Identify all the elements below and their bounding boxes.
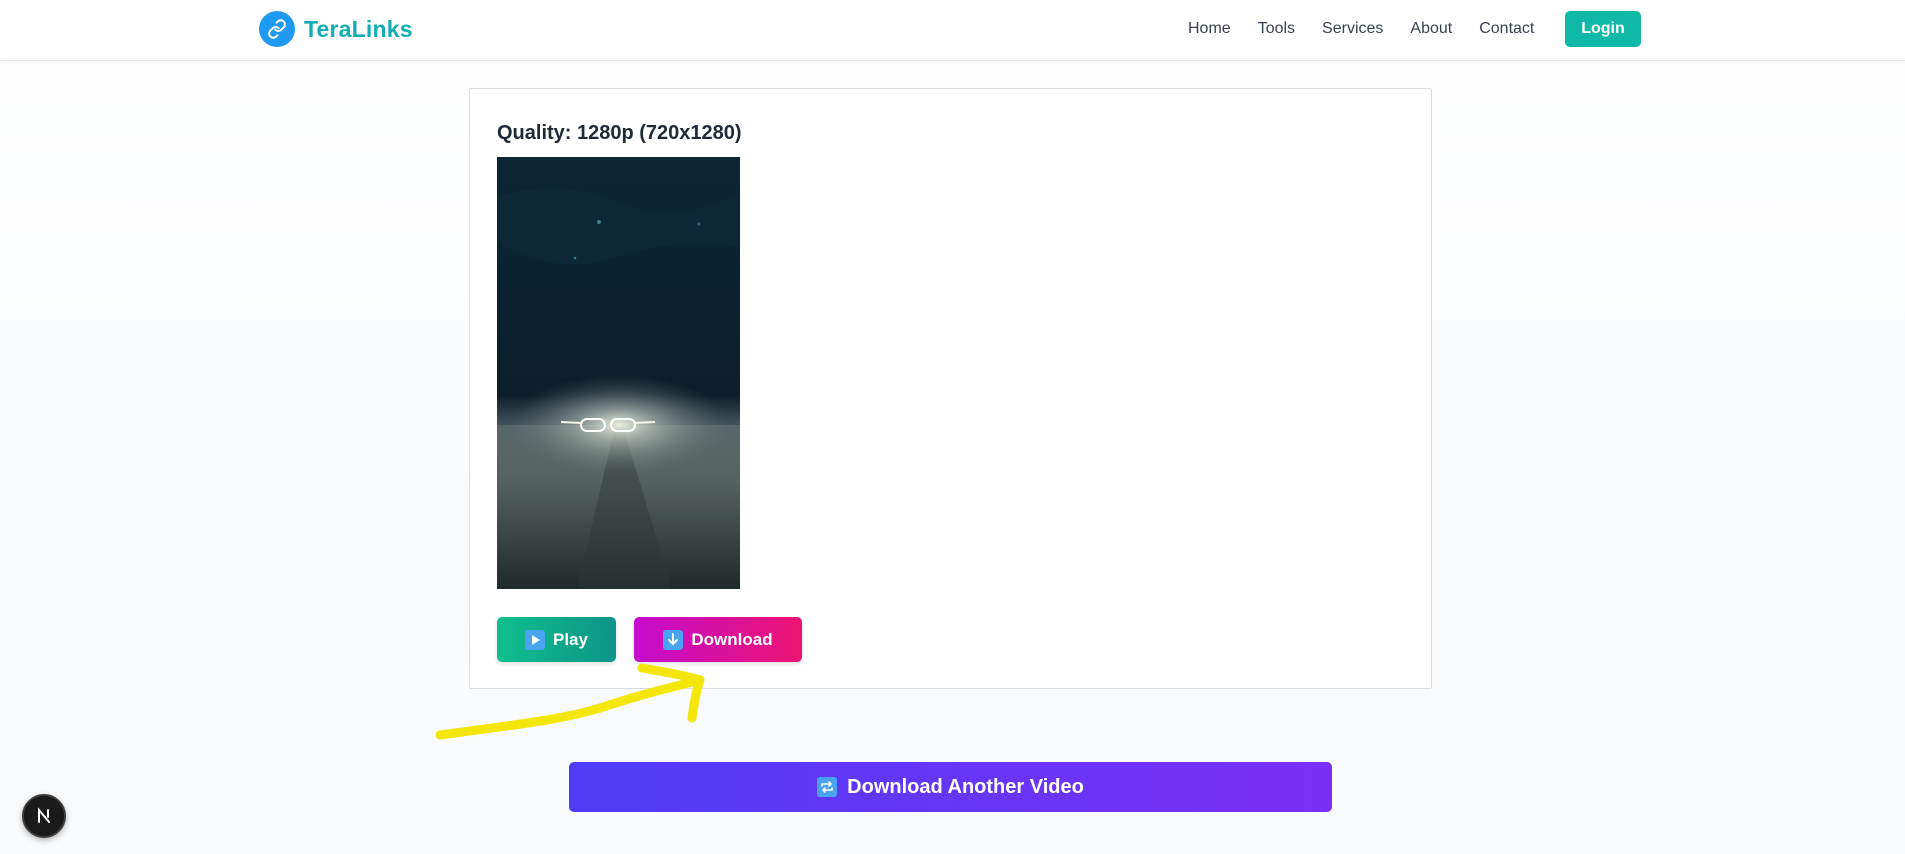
video-thumbnail[interactable]: [497, 157, 740, 589]
login-button[interactable]: Login: [1565, 11, 1641, 47]
download-label: Download: [691, 629, 773, 649]
nextjs-dev-badge[interactable]: [22, 794, 66, 838]
nav-link-home[interactable]: Home: [1188, 18, 1231, 40]
play-emoji-icon: [525, 629, 545, 650]
nav-links: Home Tools Services About Contact: [1188, 18, 1534, 40]
play-label: Play: [553, 629, 588, 649]
navbar: TeraLinks Home Tools Services About Cont…: [0, 0, 1905, 61]
nextjs-icon: [38, 807, 50, 823]
download-button[interactable]: Download: [634, 617, 802, 662]
nav-link-about[interactable]: About: [1410, 18, 1452, 40]
brand-name: TeraLinks: [304, 15, 413, 42]
nav-link-contact[interactable]: Contact: [1479, 18, 1534, 40]
video-result-card: Quality: 1280p (720x1280) Play Download: [469, 88, 1432, 689]
link-icon: [259, 11, 295, 47]
down-arrow-emoji-icon: [663, 629, 684, 650]
video-thumbnail-image: [497, 157, 740, 589]
download-another-video-button[interactable]: Download Another Video: [569, 762, 1332, 812]
repeat-emoji-icon: [817, 777, 838, 797]
nav-link-services[interactable]: Services: [1322, 18, 1383, 40]
quality-label: Quality: 1280p (720x1280): [497, 122, 742, 144]
brand-logo[interactable]: TeraLinks: [259, 11, 413, 47]
play-button[interactable]: Play: [497, 617, 616, 662]
nav-link-tools[interactable]: Tools: [1258, 18, 1295, 40]
download-another-label: Download Another Video: [847, 775, 1084, 798]
